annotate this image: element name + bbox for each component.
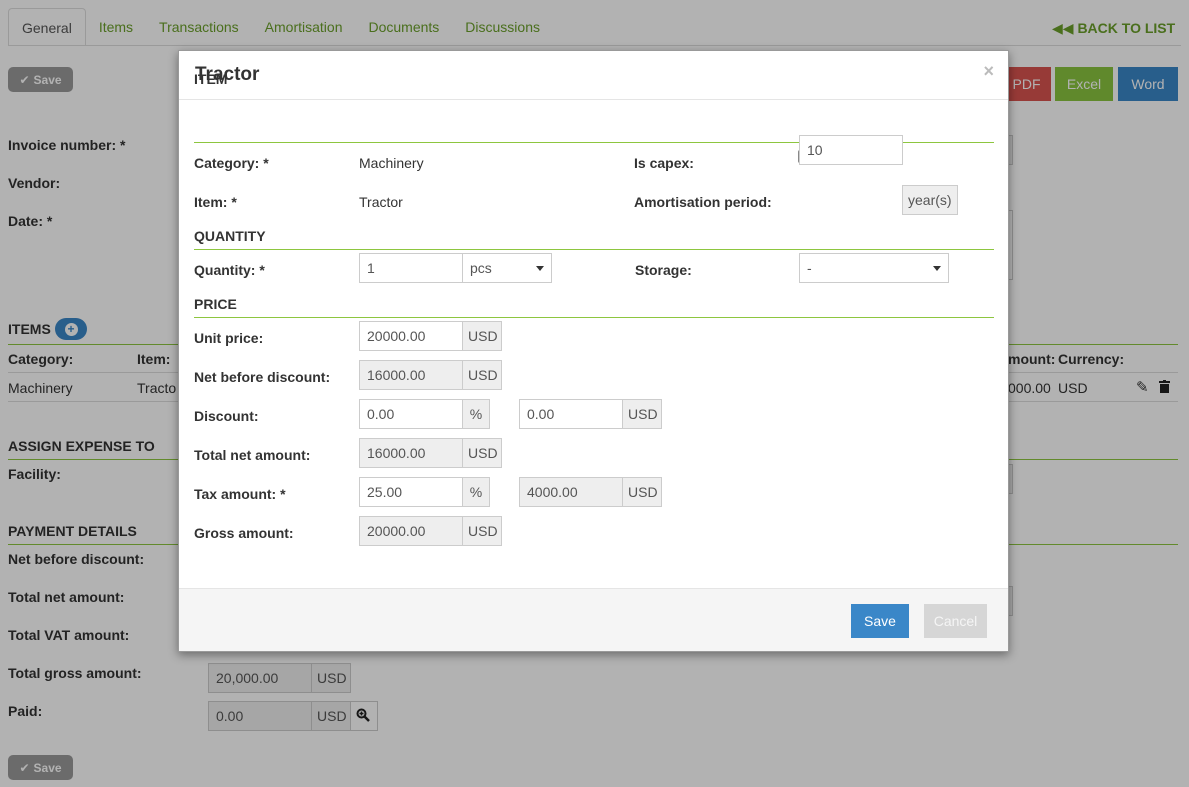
tax-amount-currency: USD <box>622 477 662 507</box>
total-net-amount-currency: USD <box>462 438 502 468</box>
tax-percent-input[interactable]: 25.00 <box>359 477 463 507</box>
caret-down-icon <box>536 266 544 271</box>
is-capex-label: Is capex: <box>634 155 694 171</box>
discount-percent-input[interactable]: 0.00 <box>359 399 463 429</box>
tax-amount-field: 4000.00 <box>519 477 623 507</box>
tax-amount-label: Tax amount: * <box>194 486 286 502</box>
tax-percent-addon: % <box>462 477 490 507</box>
gross-amount-label: Gross amount: <box>194 525 294 541</box>
storage-label: Storage: <box>635 262 692 278</box>
modal-body: ITEM Category: * Machinery Is capex: ✔ I… <box>179 71 1008 588</box>
item-modal: Tractor × ITEM Category: * Machinery Is … <box>178 50 1009 652</box>
modal-cancel-label: Cancel <box>933 613 978 629</box>
category-label: Category: * <box>194 155 269 171</box>
quantity-unit-select[interactable]: pcs <box>462 253 552 283</box>
quantity-input[interactable]: 1 <box>359 253 463 283</box>
quantity-unit-value: pcs <box>470 260 492 276</box>
storage-select[interactable]: - <box>799 253 949 283</box>
discount-amount-input[interactable]: 0.00 <box>519 399 623 429</box>
price-section-title: PRICE <box>194 296 237 312</box>
quantity-section-line <box>194 249 994 250</box>
modal-save-button[interactable]: Save <box>851 604 909 638</box>
unit-price-label: Unit price: <box>194 330 264 346</box>
net-before-discount-label: Net before discount: <box>194 369 331 385</box>
price-section-line <box>194 317 994 318</box>
total-net-amount-label: Total net amount: <box>194 447 311 463</box>
item-value: Tractor <box>359 194 403 210</box>
close-icon[interactable]: × <box>983 61 994 82</box>
unit-price-currency: USD <box>462 321 502 351</box>
amortisation-unit: year(s) <box>902 185 958 215</box>
discount-percent-addon: % <box>462 399 490 429</box>
net-before-discount-field: 16000.00 <box>359 360 463 390</box>
total-net-amount-field: 16000.00 <box>359 438 463 468</box>
discount-label: Discount: <box>194 408 259 424</box>
quantity-label: Quantity: * <box>194 262 265 278</box>
amortisation-period-label: Amortisation period: <box>634 194 772 210</box>
quantity-section-title: QUANTITY <box>194 228 266 244</box>
net-before-discount-currency: USD <box>462 360 502 390</box>
amortisation-period-input[interactable]: 10 <box>799 135 903 165</box>
modal-save-label: Save <box>864 613 896 629</box>
modal-cancel-button[interactable]: Cancel <box>924 604 987 638</box>
discount-amount-currency: USD <box>622 399 662 429</box>
item-section-title: ITEM <box>194 71 228 87</box>
caret-down-icon <box>933 266 941 271</box>
gross-amount-currency: USD <box>462 516 502 546</box>
unit-price-input[interactable]: 20000.00 <box>359 321 463 351</box>
storage-value: - <box>807 260 812 276</box>
modal-footer: Save Cancel <box>179 588 1008 651</box>
modal-header: Tractor × <box>179 51 1008 100</box>
gross-amount-field: 20000.00 <box>359 516 463 546</box>
item-label: Item: * <box>194 194 237 210</box>
category-value: Machinery <box>359 155 424 171</box>
